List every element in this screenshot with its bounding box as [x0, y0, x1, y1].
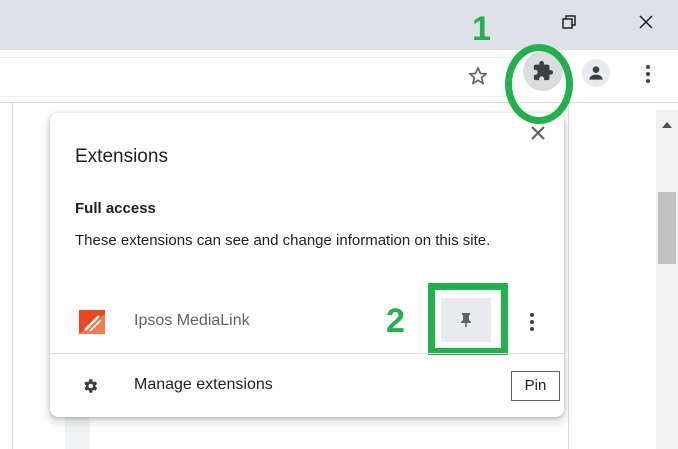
extension-name: Ipsos MediaLink — [134, 312, 250, 329]
title-bar — [0, 0, 678, 50]
vertical-scrollbar[interactable] — [656, 110, 678, 449]
annotation-box-2 — [428, 283, 508, 355]
profile-button[interactable] — [582, 59, 610, 87]
extensions-popup: Extensions Full access These extensions … — [50, 113, 564, 417]
extension-more-button[interactable] — [522, 310, 542, 334]
kebab-menu-icon — [646, 65, 650, 83]
manage-extensions-item[interactable]: Manage extensions — [50, 363, 564, 407]
address-bar[interactable] — [0, 57, 510, 97]
manage-extensions-label: Manage extensions — [134, 376, 273, 393]
annotation-circle-1 — [505, 44, 573, 124]
pin-tooltip: Pin — [511, 371, 560, 401]
ipsos-logo-icon — [79, 310, 105, 334]
section-title: Full access — [75, 200, 156, 217]
star-icon[interactable] — [466, 65, 490, 89]
annotation-number-1: 1 — [472, 10, 491, 48]
close-icon[interactable] — [526, 123, 550, 147]
browser-toolbar — [0, 50, 678, 103]
popup-divider — [50, 353, 564, 354]
browser-menu-button[interactable] — [636, 60, 660, 88]
scroll-thumb[interactable] — [658, 192, 676, 264]
restore-window-icon[interactable] — [557, 10, 581, 34]
kebab-menu-icon — [530, 313, 534, 331]
annotation-number-2: 2 — [386, 302, 405, 340]
popup-title: Extensions — [75, 146, 168, 167]
section-description: These extensions can see and change info… — [75, 232, 491, 249]
page-side-panel — [568, 103, 574, 449]
person-icon — [589, 66, 603, 80]
page-divider — [12, 103, 13, 449]
gear-icon — [81, 377, 99, 395]
close-window-icon[interactable] — [634, 10, 658, 34]
scroll-up-arrow-icon[interactable] — [662, 122, 672, 128]
